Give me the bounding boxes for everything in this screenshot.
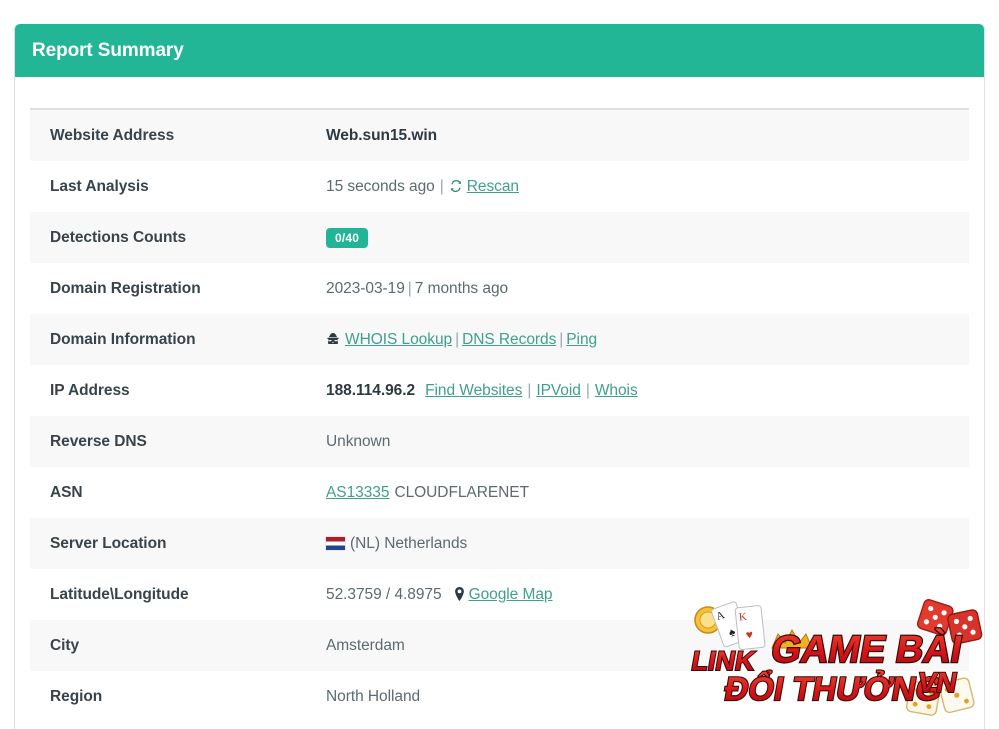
table-row-domain-registration: Domain Registration 2023-03-19 | 7 months …: [30, 263, 969, 314]
row-value: North Holland: [306, 671, 969, 722]
page-title: Report Summary: [32, 39, 184, 61]
ping-link[interactable]: Ping: [566, 331, 597, 348]
asn-link[interactable]: AS13335: [326, 484, 389, 501]
table-row-reverse-dns: Reverse DNS Unknown: [30, 416, 969, 467]
table-row-domain-information: Domain Information WHOIS Lookup | DNS Reco…: [30, 314, 969, 365]
registration-relative: 7 months ago: [414, 279, 509, 297]
row-value: (NL) Netherlands: [306, 518, 969, 569]
card-body: Website Address Web.sun15.win Last Analy…: [15, 77, 984, 722]
status-badge: 0/40: [326, 227, 369, 248]
table-row-ip-address: IP Address 188.114.96.2 Find Websites | IPV…: [30, 365, 969, 416]
row-label: Region: [50, 687, 103, 705]
separator: |: [407, 279, 412, 297]
map-pin-icon: [454, 586, 465, 601]
row-label: Domain Information: [50, 330, 196, 348]
whois-link[interactable]: Whois: [595, 382, 638, 399]
table-row-asn: ASN AS13335 CLOUDFLARENET: [30, 467, 969, 518]
separator: |: [527, 381, 532, 399]
report-table: Website Address Web.sun15.win Last Analy…: [30, 108, 969, 722]
server-location-value: (NL) Netherlands: [350, 534, 468, 552]
row-value: 0/40: [306, 212, 969, 263]
row-value: WHOIS Lookup | DNS Records | Ping: [306, 314, 969, 365]
row-label: Reverse DNS: [50, 432, 147, 450]
asn-org-value: CLOUDFLARENET: [394, 483, 530, 501]
row-label: Latitude\Longitude: [50, 585, 189, 603]
row-value: 188.114.96.2 Find Websites | IPVoid | Whois: [306, 365, 969, 416]
row-label: IP Address: [50, 381, 130, 399]
registration-date: 2023-03-19: [326, 279, 405, 297]
dns-records-link[interactable]: DNS Records: [462, 331, 556, 348]
report-summary-card: Report Summary Website Address Web.sun15…: [14, 24, 985, 729]
row-label: City: [50, 636, 80, 654]
netherlands-flag-icon: [326, 536, 345, 550]
refresh-icon: [449, 179, 463, 193]
row-value: 52.3759 / 4.8975 Google Map: [306, 569, 969, 620]
row-label: Last Analysis: [50, 177, 149, 195]
separator: |: [559, 330, 564, 348]
table-row-server-location: Server Location (NL) Netherlands: [30, 518, 969, 569]
row-value: 2023-03-19 | 7 months ago: [306, 263, 969, 314]
row-value: Unknown: [306, 416, 969, 467]
card-header: Report Summary: [15, 24, 984, 77]
ipvoid-link[interactable]: IPVoid: [536, 382, 581, 399]
region-value: North Holland: [326, 687, 421, 705]
table-row-latitude-longitude: Latitude\Longitude 52.3759 / 4.8975 Googl…: [30, 569, 969, 620]
reverse-dns-value: Unknown: [326, 432, 391, 450]
row-value: AS13335 CLOUDFLARENET: [306, 467, 969, 518]
row-label: Server Location: [50, 534, 167, 552]
separator: |: [439, 177, 444, 195]
rescan-link[interactable]: Rescan: [467, 178, 519, 195]
google-map-link[interactable]: Google Map: [469, 586, 553, 603]
row-label: Domain Registration: [50, 279, 201, 297]
row-value: Web.sun15.win: [306, 109, 969, 161]
page-root: Report Summary Website Address Web.sun15…: [0, 0, 999, 729]
table-row-website-address: Website Address Web.sun15.win: [30, 109, 969, 161]
last-analysis-value: 15 seconds ago: [326, 177, 435, 195]
coordinates-value: 52.3759 / 4.8975: [326, 585, 442, 603]
table-row-region: Region North Holland: [30, 671, 969, 722]
website-address-value: Web.sun15.win: [326, 126, 438, 144]
table-row-city: City Amsterdam: [30, 620, 969, 671]
separator: |: [455, 330, 460, 348]
row-value: Amsterdam: [306, 620, 969, 671]
row-value: 15 seconds ago | Rescan: [306, 161, 969, 212]
city-value: Amsterdam: [326, 636, 405, 654]
row-label: Website Address: [50, 126, 175, 144]
whois-lookup-link[interactable]: WHOIS Lookup: [345, 331, 452, 348]
user-secret-icon: [326, 332, 340, 346]
row-label: ASN: [50, 483, 83, 501]
separator: |: [585, 381, 590, 399]
ip-address-value: 188.114.96.2: [326, 381, 416, 399]
table-row-detections-counts: Detections Counts 0/40: [30, 212, 969, 263]
row-label: Detections Counts: [50, 228, 187, 246]
find-websites-link[interactable]: Find Websites: [425, 382, 522, 399]
table-row-last-analysis: Last Analysis 15 seconds ago | Rescan: [30, 161, 969, 212]
